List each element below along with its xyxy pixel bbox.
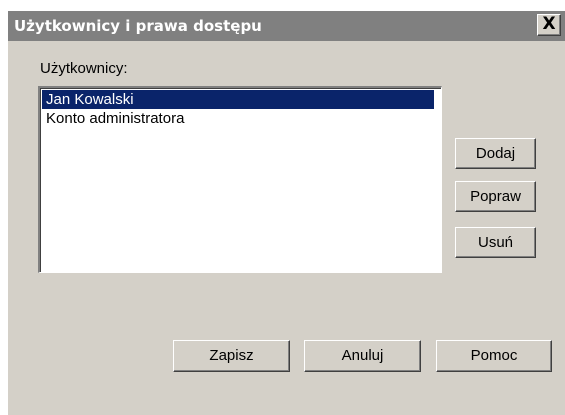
list-item-jan-kowalski[interactable]: Jan Kowalski <box>42 90 434 109</box>
close-button[interactable]: X <box>537 14 561 36</box>
users-permissions-dialog: Użytkownicy i prawa dostępu X Użytkownic… <box>8 11 565 415</box>
help-button[interactable]: Pomoc <box>436 340 552 372</box>
list-item-konto-administratora[interactable]: Konto administratora <box>42 109 434 128</box>
edit-button[interactable]: Popraw <box>455 181 536 212</box>
close-icon: X <box>542 14 556 34</box>
dialog-title: Użytkownicy i prawa dostępu <box>14 17 262 35</box>
delete-button[interactable]: Usuń <box>455 227 536 258</box>
users-label: Użytkownicy: <box>40 60 128 77</box>
cancel-button[interactable]: Anuluj <box>304 340 421 372</box>
title-bar[interactable]: Użytkownicy i prawa dostępu X <box>8 11 565 41</box>
users-listbox[interactable]: Jan Kowalski Konto administratora <box>38 86 442 273</box>
add-button[interactable]: Dodaj <box>455 138 536 169</box>
save-button[interactable]: Zapisz <box>173 340 290 372</box>
